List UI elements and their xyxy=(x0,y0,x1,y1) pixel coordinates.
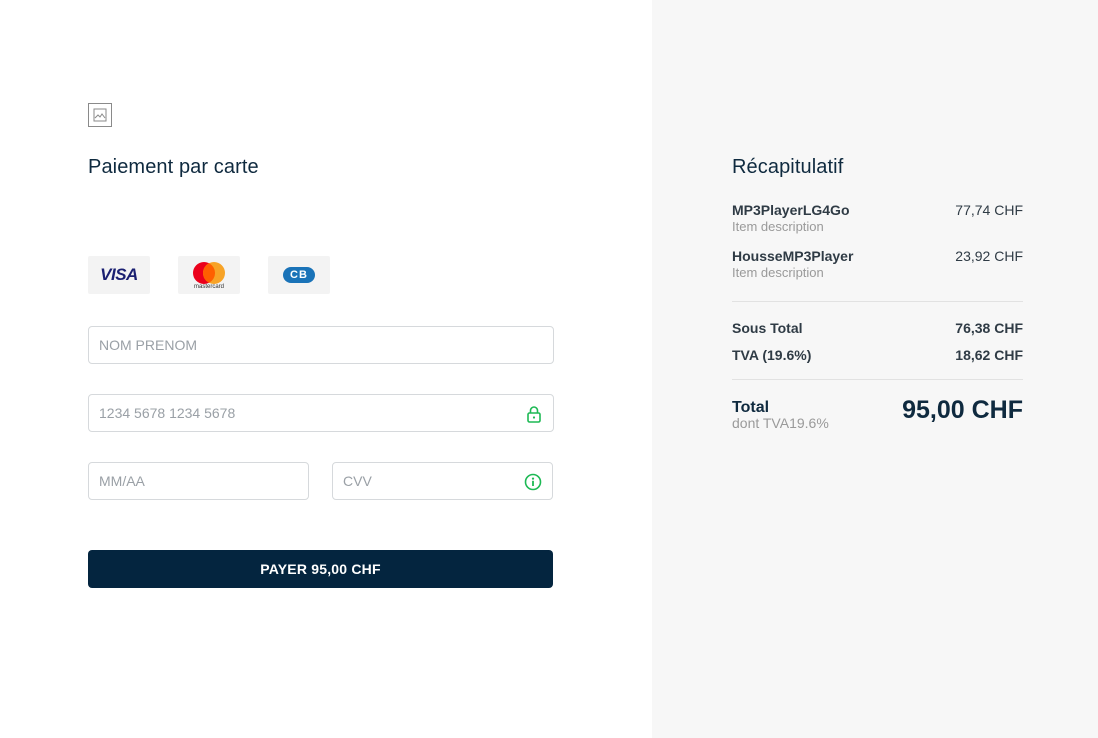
tax-label: TVA (19.6%) xyxy=(732,347,812,363)
total-block: Total dont TVA19.6% 95,00 CHF xyxy=(732,380,1023,440)
mastercard-icon xyxy=(193,262,225,284)
visa-logo[interactable]: VISA xyxy=(88,256,150,294)
summary-panel: Récapitulatif MP3PlayerLG4Go Item descri… xyxy=(652,0,1098,738)
item-price: 77,74 CHF xyxy=(955,202,1023,218)
card-brand-list: VISA mastercard CB xyxy=(88,256,330,294)
order-summary: MP3PlayerLG4Go Item description 77,74 CH… xyxy=(732,200,1023,440)
cvv-field[interactable] xyxy=(332,462,553,500)
list-item: HousseMP3Player Item description 23,92 C… xyxy=(732,246,1023,292)
total-tax-note: dont TVA19.6% xyxy=(732,415,829,431)
divider xyxy=(732,301,1023,302)
pay-button[interactable]: PAYER 95,00 CHF xyxy=(88,550,553,588)
cvv-input[interactable] xyxy=(343,473,542,489)
subtotal-label: Sous Total xyxy=(732,320,803,336)
card-number-field[interactable] xyxy=(88,394,554,432)
broken-image-icon xyxy=(88,103,112,127)
subtotal-value: 76,38 CHF xyxy=(955,320,1023,336)
item-description: Item description xyxy=(732,219,824,234)
cb-badge: CB xyxy=(283,267,315,283)
cb-label: CB xyxy=(290,269,308,281)
card-number-input[interactable] xyxy=(99,405,543,421)
list-item: MP3PlayerLG4Go Item description 77,74 CH… xyxy=(732,200,1023,246)
name-input[interactable] xyxy=(99,337,543,353)
item-name: MP3PlayerLG4Go xyxy=(732,202,850,218)
total-amount: 95,00 CHF xyxy=(902,396,1023,424)
info-icon[interactable] xyxy=(524,473,542,491)
visa-label: VISA xyxy=(100,265,138,284)
item-price: 23,92 CHF xyxy=(955,248,1023,264)
mastercard-logo[interactable]: mastercard xyxy=(178,256,240,294)
expiry-field[interactable] xyxy=(88,462,309,500)
cb-logo[interactable]: CB xyxy=(268,256,330,294)
lock-icon xyxy=(527,406,541,423)
payment-title: Paiement par carte xyxy=(88,156,259,178)
name-field[interactable] xyxy=(88,326,554,364)
item-name: HousseMP3Player xyxy=(732,248,854,264)
item-description: Item description xyxy=(732,265,824,280)
expiry-input[interactable] xyxy=(99,473,298,489)
tax-value: 18,62 CHF xyxy=(955,347,1023,363)
mastercard-label: mastercard xyxy=(193,284,224,290)
subtotal-row: Sous Total 76,38 CHF xyxy=(732,314,1023,341)
tax-row: TVA (19.6%) 18,62 CHF xyxy=(732,341,1023,368)
summary-title: Récapitulatif xyxy=(732,156,844,178)
payment-panel: Paiement par carte VISA mastercard CB NO… xyxy=(0,0,652,738)
